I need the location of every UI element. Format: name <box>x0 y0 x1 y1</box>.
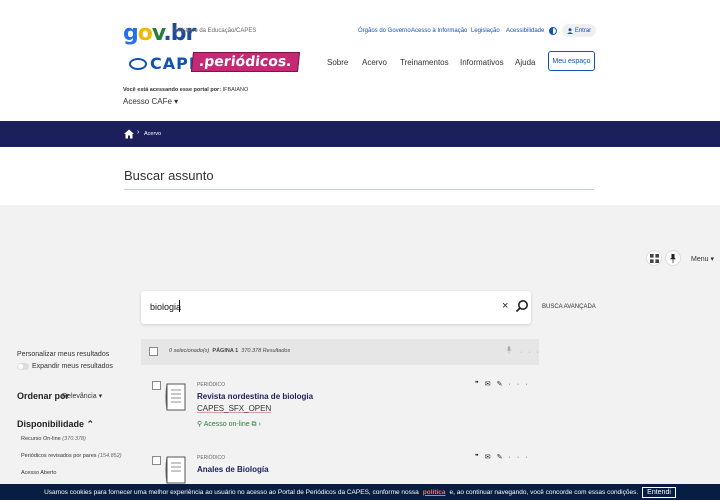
topnav-acesso-informacao[interactable]: Acesso à Informação <box>411 28 467 34</box>
ministry-label: Ministério da Educação/CAPES <box>172 28 257 34</box>
result-2-checkbox[interactable] <box>152 456 161 465</box>
grid-view-icon[interactable] <box>646 250 662 266</box>
breadcrumb-separator: › <box>137 129 140 136</box>
periodicos-logo[interactable]: .periódicos. <box>190 52 300 72</box>
user-icon <box>566 27 573 34</box>
breadcrumb-current[interactable]: Acervo <box>144 131 161 137</box>
nav-sobre[interactable]: Sobre <box>327 58 348 67</box>
home-icon[interactable] <box>124 129 134 139</box>
cookie-text: Usamos cookies para fornecer uma melhor … <box>44 488 419 496</box>
clear-search-button[interactable]: × <box>502 300 508 312</box>
availability-heading[interactable]: Disponibilidade ⌃ <box>17 419 94 430</box>
facet-peer-reviewed[interactable]: Periódicos revisados por pares (154.852) <box>21 453 122 459</box>
page-title: Buscar assunto <box>124 168 214 183</box>
result-type: PERIÓDICO <box>197 455 226 461</box>
result-actions[interactable]: ❞✉✎··· <box>475 453 534 461</box>
search-icon[interactable] <box>515 299 529 313</box>
gov-br-logo[interactable]: gov.br <box>123 23 196 45</box>
expand-label: Expandir meus resultados <box>32 363 113 370</box>
pushpin-icon <box>670 253 676 263</box>
topnav-acessibilidade[interactable]: Acessibilidade <box>506 28 544 34</box>
select-all-checkbox[interactable] <box>149 347 158 356</box>
entrar-label: Entrar <box>574 27 592 34</box>
results-summary: 0 selecionado(s) PÁGINA 1 370.378 Result… <box>169 348 291 354</box>
result-source[interactable]: CAPES_SFX_OPEN <box>197 404 271 413</box>
acesso-cafe-dropdown[interactable]: Acesso CAFe ▾ <box>123 97 178 106</box>
more-icon[interactable]: ··· <box>520 349 545 356</box>
journal-book-icon <box>165 456 186 484</box>
menu-dropdown[interactable]: Menu ▾ <box>691 255 714 263</box>
facet-open-access[interactable]: Acesso Aberto <box>21 470 56 476</box>
cite-icon[interactable]: ❞ <box>475 381 485 388</box>
result-type: PERIÓDICO <box>197 382 226 388</box>
contrast-icon[interactable] <box>549 27 557 35</box>
results-head-actions[interactable]: ··· <box>506 346 545 356</box>
result-1-checkbox[interactable] <box>152 381 161 390</box>
nav-informativos[interactable]: Informativos <box>460 58 504 67</box>
pin-icon[interactable]: ✎ <box>497 454 509 461</box>
pin-icon[interactable] <box>506 346 512 354</box>
result-actions[interactable]: ❞✉✎··· <box>475 380 534 388</box>
email-icon[interactable]: ✉ <box>485 381 497 388</box>
capes-ring-icon <box>129 57 147 70</box>
expand-results-toggle[interactable]: Expandir meus resultados <box>17 363 113 370</box>
entendi-button[interactable]: Entendi <box>642 486 676 498</box>
text-caret <box>179 300 180 312</box>
more-icon[interactable]: ··· <box>509 381 534 388</box>
access-info: Você está acessando esse portal por: IFB… <box>123 87 249 93</box>
toggle-switch[interactable] <box>17 363 29 370</box>
pin-icon[interactable]: ✎ <box>497 381 509 388</box>
meu-espaco-button[interactable]: Meu espaço <box>548 51 595 71</box>
facet-online[interactable]: Recurso On-line (370.378) <box>21 436 86 442</box>
entrar-button[interactable]: Entrar <box>562 24 596 37</box>
online-access-link[interactable]: ⚲ Acesso on-line ⧉ › <box>197 420 261 429</box>
personalize-heading: Personalizar meus resultados <box>17 351 110 358</box>
result-title[interactable]: Revista nordestina de biologia <box>197 392 313 401</box>
nav-ajuda[interactable]: Ajuda <box>515 58 535 67</box>
nav-treinamentos[interactable]: Treinamentos <box>400 58 449 67</box>
cookie-text-end: e, ao continuar navegando, você concorde… <box>449 488 639 496</box>
breadcrumb-bar <box>0 121 720 147</box>
result-title[interactable]: Anales de Biología <box>197 465 269 474</box>
title-divider <box>124 189 594 190</box>
policy-link[interactable]: política <box>423 489 446 496</box>
topnav-legislacao[interactable]: Legislação <box>471 28 500 34</box>
nav-acervo[interactable]: Acervo <box>362 58 387 67</box>
more-icon[interactable]: ··· <box>509 454 534 461</box>
grid-icon <box>649 253 659 263</box>
order-select[interactable]: Relevância ▾ <box>62 392 102 400</box>
advanced-search-link[interactable]: BUSCA AVANÇADA <box>542 304 596 310</box>
email-icon[interactable]: ✉ <box>485 454 497 461</box>
cite-icon[interactable]: ❞ <box>475 454 485 461</box>
journal-book-icon <box>165 383 186 411</box>
cookie-banner: Usamos cookies para fornecer uma melhor … <box>0 484 720 500</box>
search-input[interactable]: biologia <box>150 302 181 312</box>
topnav-orgaos[interactable]: Órgãos do Governo <box>358 28 411 34</box>
search-box <box>141 291 531 324</box>
pin-icon[interactable] <box>665 250 681 266</box>
